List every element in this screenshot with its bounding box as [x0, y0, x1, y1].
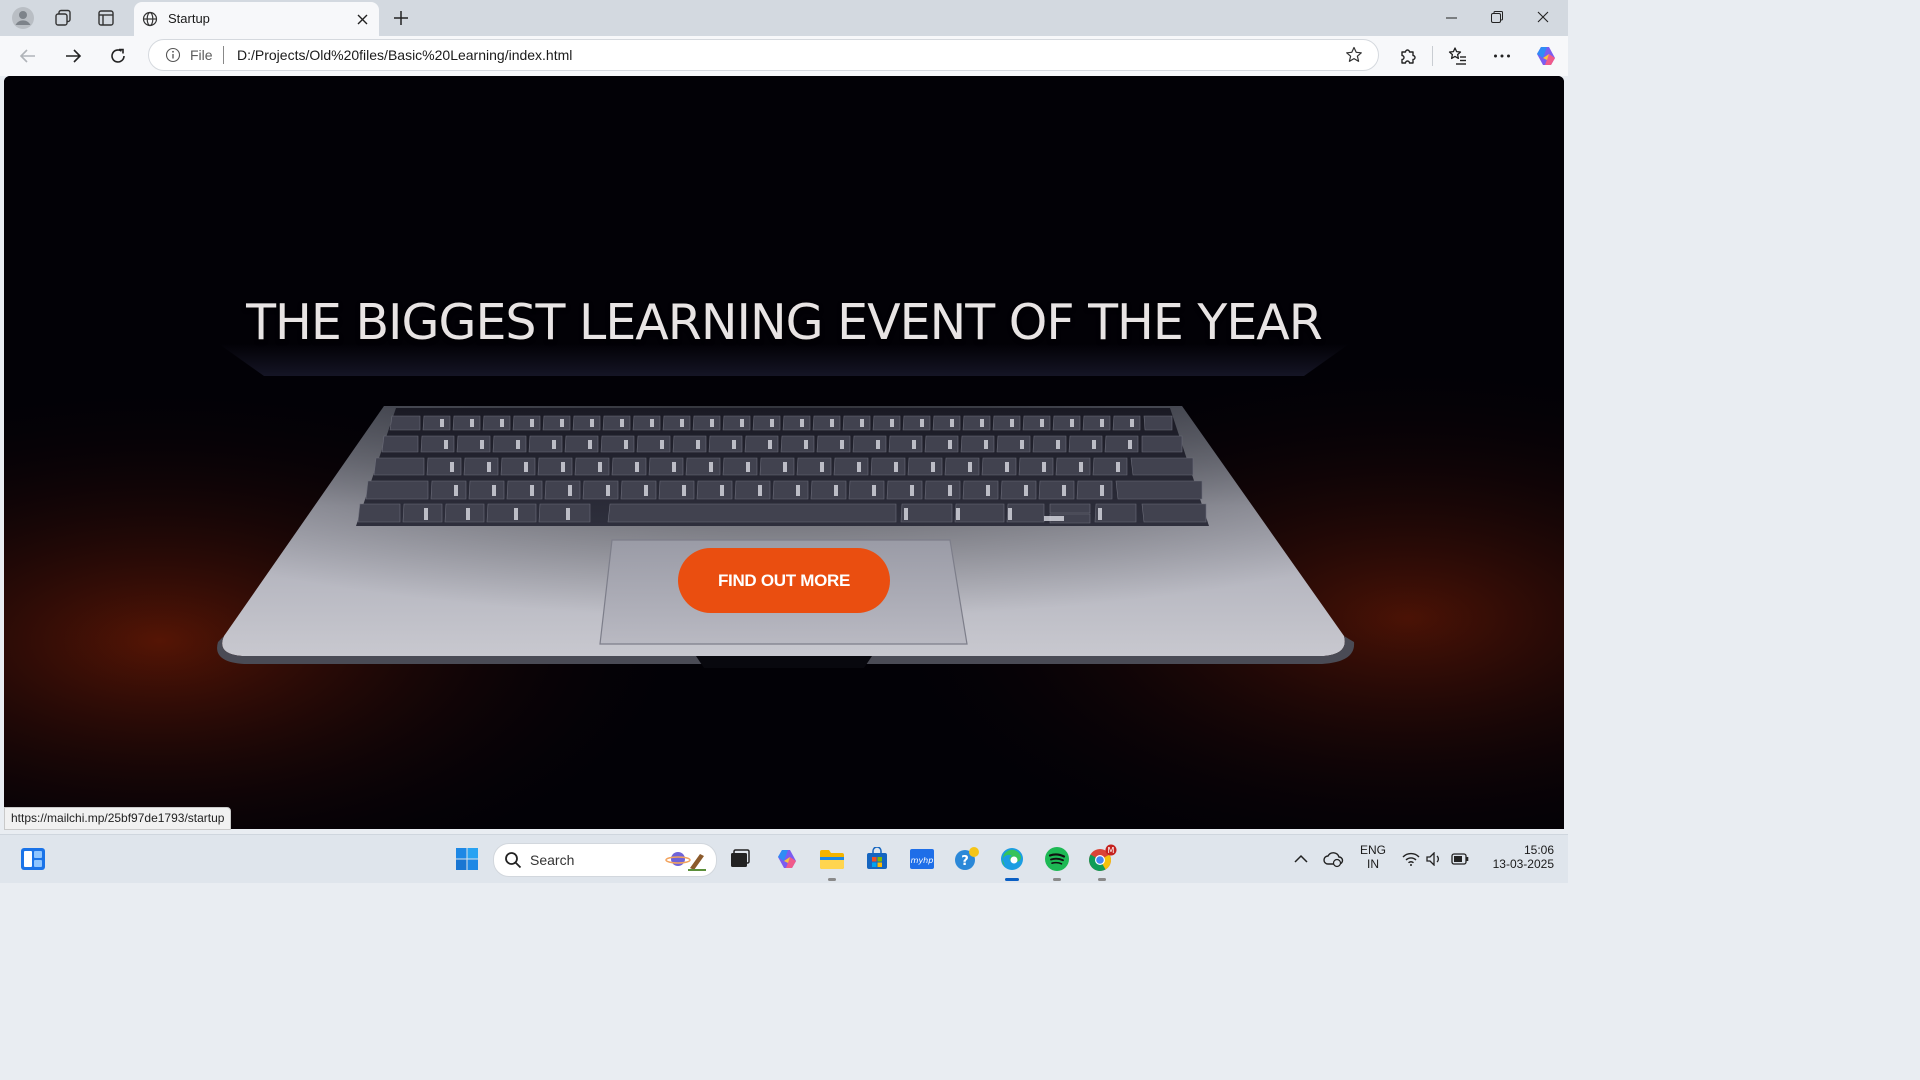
file-explorer-button[interactable]	[816, 843, 848, 881]
clock[interactable]: 15:06 13-03-2025	[1480, 843, 1554, 871]
workspaces-icon	[55, 9, 71, 26]
edge-taskbar-button[interactable]	[996, 843, 1028, 881]
copilot-taskbar-button[interactable]	[771, 843, 803, 875]
globe-icon	[142, 11, 158, 27]
tab-actions-icon	[98, 10, 114, 26]
plus-icon	[394, 11, 408, 25]
search-highlight-icon	[665, 852, 706, 871]
active-indicator	[1005, 878, 1019, 881]
widgets-button[interactable]	[17, 843, 49, 875]
address-divider	[223, 46, 224, 64]
taskbar-search[interactable]: Search	[493, 843, 717, 877]
profile-icon	[12, 7, 34, 29]
chrome-icon: M	[1089, 844, 1117, 871]
star-icon	[1346, 46, 1362, 62]
minimize-button[interactable]	[1428, 0, 1474, 34]
new-tab-button[interactable]	[388, 5, 414, 31]
refresh-button[interactable]	[102, 40, 134, 72]
language-code: ENG	[1359, 843, 1386, 857]
find-out-more-button[interactable]: FIND OUT MORE	[678, 548, 890, 613]
close-icon	[1537, 11, 1549, 23]
workspaces-button[interactable]	[48, 4, 78, 32]
spotify-button[interactable]	[1041, 843, 1073, 881]
puzzle-icon	[1401, 49, 1416, 64]
extensions-button[interactable]	[1392, 40, 1424, 72]
more-horizontal-icon	[1494, 54, 1510, 58]
back-arrow-icon	[19, 49, 35, 63]
tab-strip: Startup	[0, 0, 1568, 36]
back-button[interactable]	[12, 40, 44, 72]
refresh-icon	[111, 48, 125, 63]
forward-button[interactable]	[57, 40, 89, 72]
running-indicator	[1053, 878, 1061, 881]
edge-icon	[1001, 848, 1023, 870]
get-help-button[interactable]: ?	[951, 843, 983, 875]
help-icon: ?	[955, 847, 979, 870]
svg-text:myhp: myhp	[911, 856, 934, 865]
svg-text:?: ?	[961, 854, 969, 869]
profile-button[interactable]	[8, 4, 38, 32]
clock-date: 13-03-2025	[1492, 857, 1554, 871]
settings-menu-button[interactable]	[1486, 40, 1518, 72]
close-icon	[357, 14, 367, 24]
copilot-button[interactable]	[1530, 40, 1562, 72]
speaker-icon	[1426, 852, 1439, 866]
address-bar[interactable]: File D:/Projects/Old%20files/Basic%20Lea…	[148, 39, 1379, 71]
task-view-button[interactable]	[724, 843, 756, 875]
folder-icon	[820, 850, 844, 869]
page-viewport: THE BIGGEST LEARNING EVENT OF THE YEAR F…	[4, 76, 1564, 829]
favorite-button[interactable]	[1344, 45, 1364, 65]
minimize-icon	[1445, 17, 1457, 18]
task-view-icon	[731, 849, 750, 867]
url-scheme-label: File	[190, 47, 213, 63]
show-hidden-icons-button[interactable]	[1285, 843, 1317, 875]
forward-arrow-icon	[66, 49, 82, 63]
info-icon	[165, 47, 181, 63]
chevron-up-icon	[1294, 854, 1308, 863]
myhp-button[interactable]: myhp	[906, 843, 938, 875]
windows-logo-icon	[456, 848, 478, 870]
cloud-icon	[1323, 852, 1344, 868]
tab-title: Startup	[168, 11, 210, 26]
favorites-list-icon	[1448, 47, 1466, 65]
hero-heading: THE BIGGEST LEARNING EVENT OF THE YEAR	[246, 294, 1323, 351]
tab-startup[interactable]: Startup	[134, 2, 379, 36]
myhp-icon: myhp	[910, 849, 934, 869]
vertical-tabs-button[interactable]	[91, 4, 121, 32]
search-icon	[505, 852, 522, 869]
copilot-icon	[778, 850, 796, 868]
status-bar-link: https://mailchi.mp/25bf97de1793/startup	[4, 807, 232, 830]
chrome-profile-badge: M	[1108, 846, 1115, 855]
close-window-button[interactable]	[1520, 0, 1566, 34]
region-code: IN	[1367, 857, 1379, 871]
copilot-icon	[1537, 47, 1555, 65]
favorites-button[interactable]	[1442, 40, 1474, 72]
chrome-button[interactable]: M	[1086, 843, 1118, 881]
microsoft-store-button[interactable]	[861, 843, 893, 875]
toolbar-divider	[1432, 46, 1433, 66]
widgets-icon	[21, 848, 45, 870]
restore-button[interactable]	[1474, 0, 1520, 34]
url-text[interactable]: D:/Projects/Old%20files/Basic%20Learning…	[237, 47, 572, 63]
language-indicator[interactable]: ENG IN	[1356, 843, 1390, 871]
spotify-icon	[1045, 847, 1069, 871]
tab-close-button[interactable]	[353, 10, 371, 28]
battery-button[interactable]	[1444, 843, 1476, 875]
hero-laptop-image	[4, 76, 1564, 829]
windows-taskbar: Search myhp ? M ENG IN 15:06 13-03-2025	[0, 834, 1568, 883]
onedrive-status-button[interactable]	[1317, 843, 1349, 875]
start-button[interactable]	[451, 843, 483, 875]
battery-icon	[1451, 853, 1469, 865]
search-label: Search	[530, 852, 575, 868]
running-indicator	[1098, 878, 1106, 881]
clock-time: 15:06	[1523, 843, 1554, 857]
restore-icon	[1491, 11, 1503, 23]
browser-toolbar: File D:/Projects/Old%20files/Basic%20Lea…	[0, 36, 1568, 76]
running-indicator	[828, 878, 836, 881]
store-icon	[867, 847, 887, 869]
